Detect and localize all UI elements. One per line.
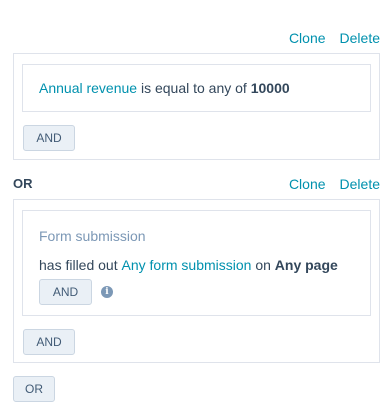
or-separator-label: OR [13, 176, 33, 191]
filter-group-1: Annual revenue is equal to any of 10000 … [13, 53, 380, 160]
filter-page-value: Any page [274, 257, 338, 273]
delete-button[interactable]: Delete [340, 176, 380, 192]
filter-card-form-submission[interactable]: Form submission has filled out Any form … [22, 210, 371, 316]
filter-value: 10000 [250, 80, 290, 96]
clone-button[interactable]: Clone [289, 176, 326, 192]
filter-connector: on [251, 257, 275, 273]
info-icon[interactable]: i [101, 286, 113, 298]
clone-button[interactable]: Clone [289, 30, 326, 46]
group2-actions: Clone Delete [289, 176, 380, 192]
delete-button[interactable]: Delete [340, 30, 380, 46]
filter-operator: is equal to any of [137, 80, 251, 96]
filter-rule-text: Annual revenue is equal to any of 10000 [39, 80, 290, 96]
filter-form-link[interactable]: Any form submission [122, 257, 252, 273]
filter-group-2: Form submission has filled out Any form … [13, 199, 380, 363]
filter-builder: Clone Delete Annual revenue is equal to … [0, 0, 392, 417]
filter-card-annual-revenue[interactable]: Annual revenue is equal to any of 10000 [22, 64, 371, 112]
or-button[interactable]: OR [13, 376, 55, 402]
filter-property[interactable]: Annual revenue [39, 80, 137, 96]
and-button[interactable]: AND [23, 125, 75, 151]
and-button-inner[interactable]: AND [39, 279, 92, 305]
group1-actions: Clone Delete [289, 30, 380, 46]
filter-category-label: Form submission [39, 228, 146, 244]
filter-prefix: has filled out [39, 257, 122, 273]
filter-rule-text: has filled out Any form submission on An… [39, 257, 338, 273]
and-button[interactable]: AND [23, 329, 75, 355]
